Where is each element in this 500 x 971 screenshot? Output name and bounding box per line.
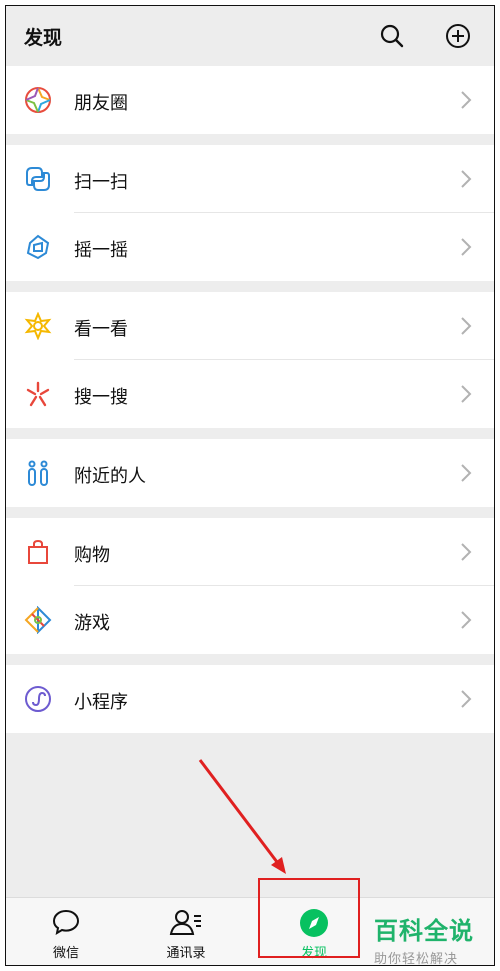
annotation-arrow bbox=[198, 759, 286, 874]
